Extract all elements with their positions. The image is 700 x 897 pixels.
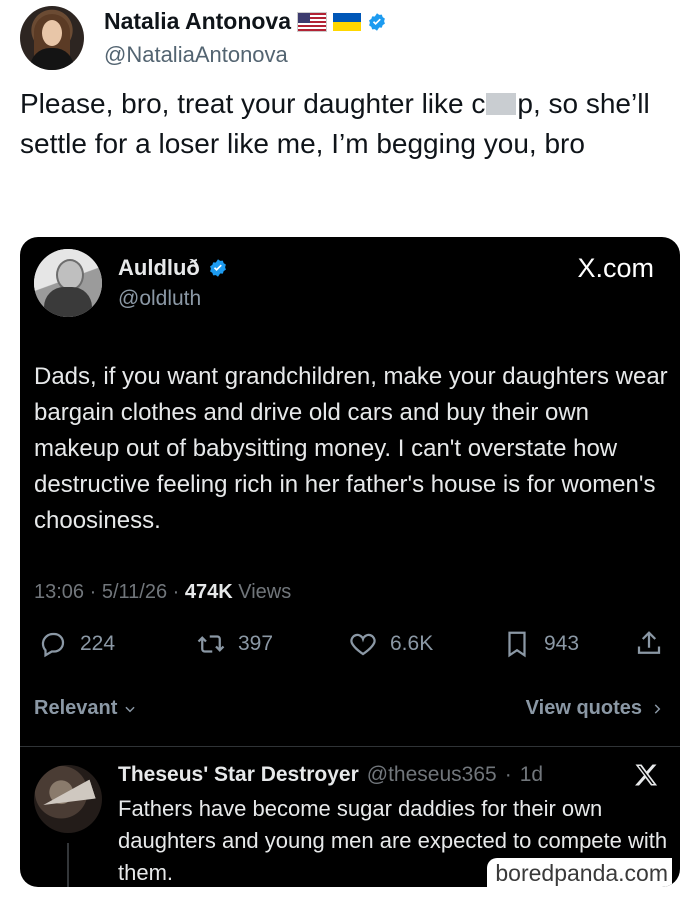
bookmark-button[interactable]: 943: [502, 629, 579, 659]
outer-author-handle[interactable]: @NataliaAntonova: [104, 42, 288, 68]
view-quotes-link[interactable]: View quotes: [526, 697, 664, 720]
meta-separator: ·: [89, 581, 102, 603]
censor-block: [486, 93, 517, 115]
us-flag-icon: [297, 11, 328, 32]
repost-count: 397: [238, 632, 274, 655]
x-logo-icon[interactable]: [632, 761, 660, 789]
share-button[interactable]: [634, 629, 664, 659]
source-label: X.com: [577, 253, 654, 283]
outer-post-text-part-1: Please, bro, treat your daughter like c: [20, 88, 486, 119]
repost-button[interactable]: 397: [196, 629, 273, 659]
bookmark-count: 943: [544, 632, 580, 655]
ukraine-flag-icon: [333, 12, 362, 31]
relevant-sort-toggle[interactable]: Relevant: [34, 697, 137, 720]
repost-icon: [197, 635, 225, 653]
embedded-post-text: Dads, if you want grandchildren, make yo…: [34, 363, 668, 534]
reply-icon: [41, 632, 65, 658]
heart-icon: [350, 633, 376, 656]
embedded-author-name[interactable]: Auldluð: [118, 255, 200, 281]
views-label: Views: [238, 581, 292, 603]
like-button[interactable]: 6.6K: [348, 629, 433, 659]
chevron-down-icon: [125, 706, 135, 712]
meta-separator: ·: [172, 581, 185, 603]
outer-post-header: Natalia Antonova @NataliaAntonova: [20, 6, 680, 76]
outer-author-avatar[interactable]: [20, 6, 84, 70]
reply-header: Theseus' Star Destroyer @theseus365 · 1d: [118, 763, 543, 787]
verified-badge-icon: [209, 259, 226, 277]
reply-author-name[interactable]: Theseus' Star Destroyer: [118, 763, 359, 787]
outer-author-name-row: Natalia Antonova: [104, 8, 387, 35]
embedded-author-handle[interactable]: @oldluth: [118, 287, 201, 311]
relevant-label: Relevant: [34, 697, 118, 719]
reply-author-handle[interactable]: @theseus365: [367, 763, 497, 787]
bookmark-icon: [508, 631, 526, 658]
embedded-author-avatar[interactable]: [34, 249, 102, 317]
like-count: 6.6K: [390, 632, 434, 655]
reply-author-avatar[interactable]: [34, 765, 102, 833]
view-quotes-label: View quotes: [525, 697, 642, 719]
post-date: 5/11/26: [101, 581, 168, 603]
reply-separator: ·: [504, 763, 512, 786]
embedded-post-card: Auldluð @oldluth X.com Dads, if you want…: [20, 237, 680, 887]
post-time: 13:06: [34, 581, 85, 603]
embedded-author-name-row: Auldluð: [118, 255, 228, 281]
divider: [20, 746, 680, 747]
post-meta: 13:06 · 5/11/26 · 474K Views: [34, 581, 291, 604]
outer-author-name[interactable]: Natalia Antonova: [104, 8, 291, 35]
reply-button[interactable]: 224: [38, 629, 115, 659]
share-icon: [637, 631, 661, 654]
action-bar: 224 397 6.6K 943: [34, 629, 664, 665]
reply-age: 1d: [519, 763, 544, 786]
reply-count: 224: [80, 632, 116, 655]
verified-badge-icon: [369, 12, 385, 31]
views-count: 474K: [184, 581, 233, 603]
thread-line: [67, 843, 69, 887]
outer-post-text: Please, bro, treat your daughter like cp…: [20, 84, 670, 164]
chevron-right-icon: [654, 703, 661, 714]
watermark: boredpanda.com: [487, 858, 672, 887]
